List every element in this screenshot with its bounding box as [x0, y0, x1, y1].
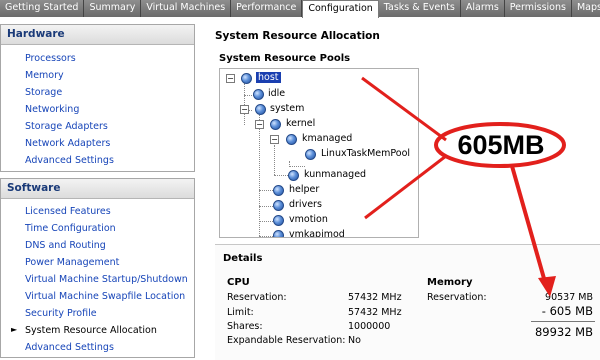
- resource-pool-icon: [273, 230, 284, 237]
- resource-pool-icon: [305, 149, 316, 160]
- tree-connector: [259, 115, 260, 237]
- software-header: Software: [1, 179, 194, 199]
- tree-node-vmkapimod[interactable]: vmkapimod: [289, 229, 345, 237]
- hardware-item-storage-adapters[interactable]: Storage Adapters: [25, 121, 108, 132]
- tab-configuration[interactable]: Configuration: [302, 0, 379, 18]
- cpu-expandable-label: Expandable Reservation:: [227, 335, 346, 346]
- tab-tasks-events[interactable]: Tasks & Events: [378, 0, 461, 17]
- software-item-time-configuration[interactable]: Time Configuration: [25, 223, 116, 234]
- memory-result-annotation: 89932 MB: [534, 325, 593, 339]
- resource-pool-icon: [288, 170, 299, 181]
- resource-pool-icon: [273, 200, 284, 211]
- software-panel: Software Licensed Features Time Configur…: [0, 178, 195, 358]
- resource-pool-icon: [273, 185, 284, 196]
- tab-alarms[interactable]: Alarms: [460, 0, 505, 17]
- hardware-item-processors[interactable]: Processors: [25, 53, 76, 64]
- collapse-system-icon[interactable]: −: [240, 105, 249, 114]
- tab-bar: Getting Started Summary Virtual Machines…: [0, 0, 600, 18]
- software-item-advanced-settings[interactable]: Advanced Settings: [25, 342, 114, 353]
- resource-pool-icon: [273, 215, 284, 226]
- page-title: System Resource Allocation: [215, 30, 380, 42]
- tree-node-linuxtaskmempool[interactable]: LinuxTaskMemPool: [321, 148, 410, 159]
- tree-node-vmotion[interactable]: vmotion: [289, 214, 328, 225]
- hardware-panel: Hardware Processors Memory Storage Netwo…: [0, 24, 195, 172]
- annotation-callout: 605MB: [457, 130, 545, 160]
- tree-node-helper[interactable]: helper: [289, 184, 319, 195]
- tree-node-kernel[interactable]: kernel: [286, 118, 315, 129]
- tab-getting-started[interactable]: Getting Started: [0, 0, 85, 17]
- collapse-kernel-icon[interactable]: −: [255, 120, 264, 129]
- cpu-reservation-label: Reservation:: [227, 292, 287, 303]
- tree-node-host[interactable]: host: [256, 72, 281, 83]
- cpu-expandable-value: No: [348, 335, 361, 346]
- software-item-security-profile[interactable]: Security Profile: [25, 308, 97, 319]
- hardware-item-networking[interactable]: Networking: [25, 104, 79, 115]
- details-title: Details: [223, 253, 263, 264]
- memory-reservation-value: 90537 MB: [545, 292, 593, 303]
- tab-performance[interactable]: Performance: [231, 0, 303, 17]
- vsphere-client-window: Getting Started Summary Virtual Machines…: [0, 0, 600, 360]
- resource-pool-icon: [241, 73, 252, 84]
- current-item-bullet: ►: [11, 325, 18, 334]
- details-panel: Details CPU Reservation: 57432 MHz Limit…: [215, 244, 600, 360]
- hardware-item-storage[interactable]: Storage: [25, 87, 62, 98]
- cpu-shares-value: 1000000: [348, 321, 391, 332]
- tree-connector: [244, 83, 245, 125]
- memory-title: Memory: [427, 277, 473, 288]
- tree-node-kmanaged[interactable]: kmanaged: [302, 133, 352, 144]
- main-content: System Resource Allocation System Resour…: [205, 18, 600, 360]
- cpu-limit-value: 57432 MHz: [348, 307, 402, 318]
- hardware-header: Hardware: [1, 25, 194, 45]
- pools-title: System Resource Pools: [219, 53, 351, 64]
- memory-minus-annotation: - 605 MB: [541, 304, 593, 318]
- tree-connector: [289, 166, 305, 167]
- cpu-limit-label: Limit:: [227, 307, 254, 318]
- software-item-vm-startup-shutdown[interactable]: Virtual Machine Startup/Shutdown: [25, 274, 188, 285]
- tab-summary[interactable]: Summary: [84, 0, 142, 17]
- collapse-kmanaged-icon[interactable]: −: [270, 135, 279, 144]
- tree-node-idle[interactable]: idle: [268, 88, 285, 99]
- resource-pool-icon: [286, 134, 297, 145]
- tree-node-kunmanaged[interactable]: kunmanaged: [304, 169, 366, 180]
- tree-node-host-label: host: [256, 72, 281, 83]
- subtraction-rule: [531, 321, 595, 322]
- hardware-item-network-adapters[interactable]: Network Adapters: [25, 138, 110, 149]
- software-item-power-management[interactable]: Power Management: [25, 257, 119, 268]
- tab-permissions[interactable]: Permissions: [504, 0, 572, 17]
- resource-pool-tree[interactable]: − host idle − system − kernel − kmanaged…: [219, 68, 419, 238]
- collapse-host-icon[interactable]: −: [226, 74, 235, 83]
- tree-connector: [274, 145, 275, 175]
- resource-pool-icon: [255, 104, 266, 115]
- cpu-reservation-value: 57432 MHz: [348, 292, 402, 303]
- tree-node-drivers[interactable]: drivers: [289, 199, 322, 210]
- software-item-vm-swapfile-location[interactable]: Virtual Machine Swapfile Location: [25, 291, 185, 302]
- software-item-system-resource-allocation[interactable]: System Resource Allocation: [25, 325, 157, 336]
- hardware-item-memory[interactable]: Memory: [25, 70, 64, 81]
- resource-pool-icon: [270, 119, 281, 130]
- cpu-shares-label: Shares:: [227, 321, 263, 332]
- memory-reservation-label: Reservation:: [427, 292, 487, 303]
- hardware-item-advanced-settings[interactable]: Advanced Settings: [25, 155, 114, 166]
- tab-virtual-machines[interactable]: Virtual Machines: [141, 0, 232, 17]
- software-item-licensed-features[interactable]: Licensed Features: [25, 206, 111, 217]
- software-item-dns-routing[interactable]: DNS and Routing: [25, 240, 106, 251]
- tree-node-system[interactable]: system: [270, 103, 304, 114]
- cpu-title: CPU: [227, 277, 250, 288]
- tab-maps[interactable]: Maps: [571, 0, 600, 17]
- resource-pool-icon: [253, 89, 264, 100]
